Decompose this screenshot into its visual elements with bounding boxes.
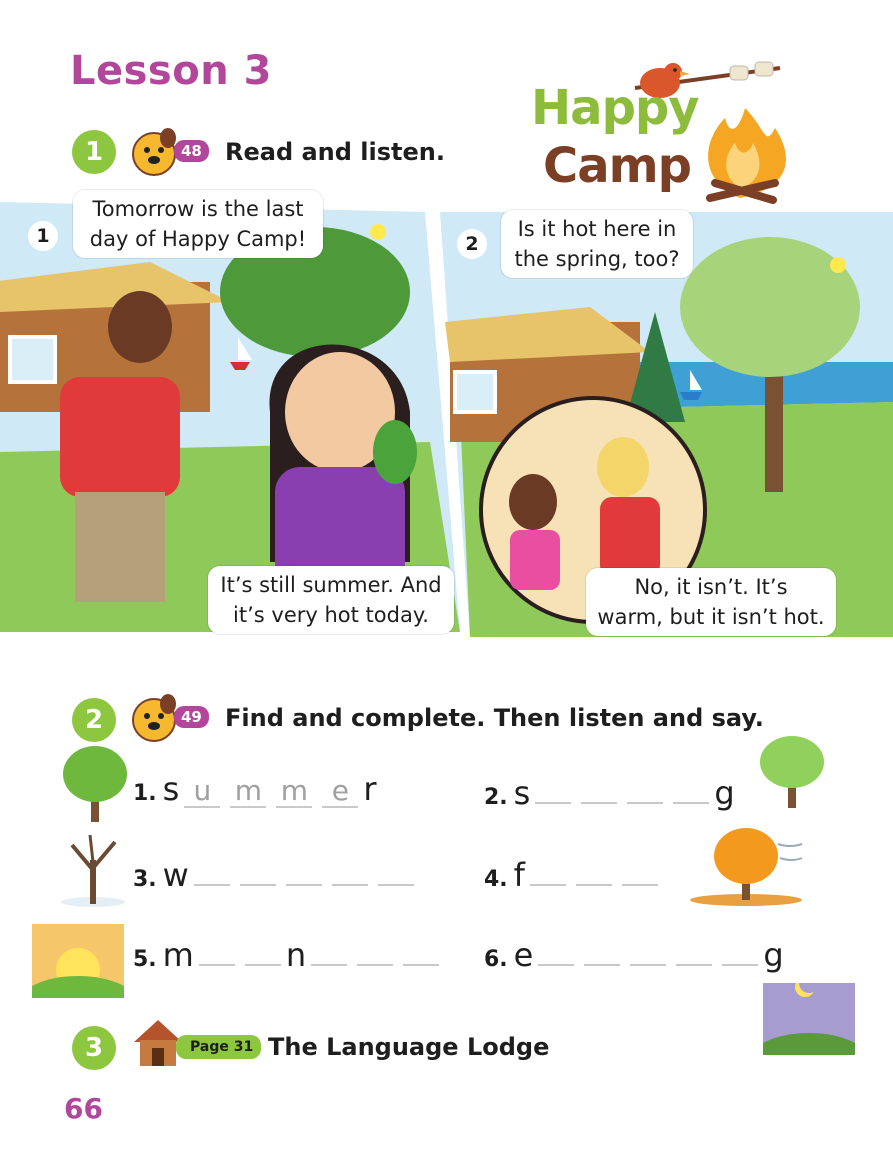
exercise-number: 6. [484, 947, 508, 972]
exercise-number: 3. [133, 867, 157, 892]
answer-blank[interactable] [193, 852, 230, 886]
track-number-badge: 48 [174, 140, 209, 162]
answer-blank[interactable] [285, 852, 322, 886]
answer-blank[interactable] [377, 852, 414, 886]
speech-bubble-man: Tomorrow is the last day of Happy Camp! [73, 190, 323, 258]
exercise-number: 2. [484, 785, 508, 810]
speech-bubble-girl-question: Is it hot here in the spring, too? [501, 210, 693, 278]
spring-tree-icon [760, 736, 824, 808]
logo-camp-text: Camp [543, 138, 692, 194]
track-number-badge: 49 [174, 706, 209, 728]
start-letter: w [162, 856, 189, 894]
exercise-4-fall: 4. f [484, 852, 663, 894]
exercise-6-evening: 6. e g [484, 932, 784, 974]
answer-blank[interactable] [673, 770, 710, 804]
answer-blank[interactable] [198, 932, 235, 966]
exercise-5-morning: 5. m n [133, 932, 444, 974]
middle-letter: n [285, 936, 307, 974]
language-lodge-title: The Language Lodge [268, 1033, 550, 1061]
moon-night-icon [763, 983, 855, 1055]
winter-tree-icon [61, 834, 125, 907]
answer-blank[interactable] [581, 770, 618, 804]
page-reference-badge[interactable]: Page 31 [176, 1035, 262, 1059]
answer-blank[interactable] [676, 932, 713, 966]
answer-blank[interactable] [584, 932, 621, 966]
answer-blank[interactable] [357, 932, 394, 966]
activity-number-3: 3 [72, 1026, 116, 1070]
answer-blank[interactable] [244, 932, 281, 966]
start-letter: f [513, 856, 525, 894]
happy-camp-logo: Happy Camp [525, 58, 795, 208]
start-letter: m [162, 936, 194, 974]
answer-blank[interactable] [575, 852, 612, 886]
audio-track-48[interactable]: 48 [130, 128, 212, 178]
answer-blank[interactable]: e [322, 774, 359, 808]
activity2-instruction: Find and complete. Then listen and say. [225, 704, 764, 732]
logo-happy-text: Happy [531, 80, 700, 136]
exercise-number: 4. [484, 867, 508, 892]
panel-number-2: 2 [457, 229, 487, 259]
dog-audio-icon [132, 128, 176, 176]
start-letter: e [513, 936, 534, 974]
panel-number-1: 1 [28, 221, 58, 251]
end-letter: g [714, 774, 735, 812]
answer-blank[interactable] [538, 932, 575, 966]
activity-number-1: 1 [72, 130, 116, 174]
answer-blank[interactable] [403, 932, 440, 966]
answer-blank[interactable] [311, 932, 348, 966]
dog-audio-icon [132, 694, 176, 742]
answer-blank[interactable]: m [230, 774, 267, 808]
exercise-2-spring: 2. s g [484, 770, 735, 812]
summer-tree-icon [63, 746, 127, 822]
exercise-1-summer: 1. s u m m e r [133, 770, 377, 808]
exercise-3-winter: 3. w [133, 852, 419, 894]
answer-blank[interactable] [529, 852, 566, 886]
exercise-number: 1. [133, 781, 157, 806]
answer-blank[interactable] [630, 932, 667, 966]
speech-bubble-girl: It’s still summer. And it’s very hot tod… [208, 566, 454, 634]
start-letter: s [162, 770, 180, 808]
speech-bubble-girl-answer: No, it isn’t. It’s warm, but it isn’t ho… [586, 568, 836, 636]
end-letter: r [363, 770, 377, 808]
answer-blank[interactable]: u [184, 774, 221, 808]
activity1-instruction: Read and listen. [225, 138, 445, 166]
answer-blank[interactable] [621, 852, 658, 886]
start-letter: s [513, 774, 531, 812]
sunrise-icon [32, 924, 124, 998]
activity-number-2: 2 [72, 698, 116, 742]
answer-blank[interactable] [239, 852, 276, 886]
answer-blank[interactable] [627, 770, 664, 804]
answer-blank[interactable] [331, 852, 368, 886]
answer-blank[interactable] [535, 770, 572, 804]
end-letter: g [763, 936, 784, 974]
page-number: 66 [64, 1092, 103, 1125]
fall-tree-icon [690, 828, 803, 906]
audio-track-49[interactable]: 49 [130, 694, 212, 744]
exercise-number: 5. [133, 947, 157, 972]
answer-blank[interactable]: m [276, 774, 313, 808]
answer-blank[interactable] [722, 932, 759, 966]
lesson-title: Lesson 3 [70, 48, 272, 94]
